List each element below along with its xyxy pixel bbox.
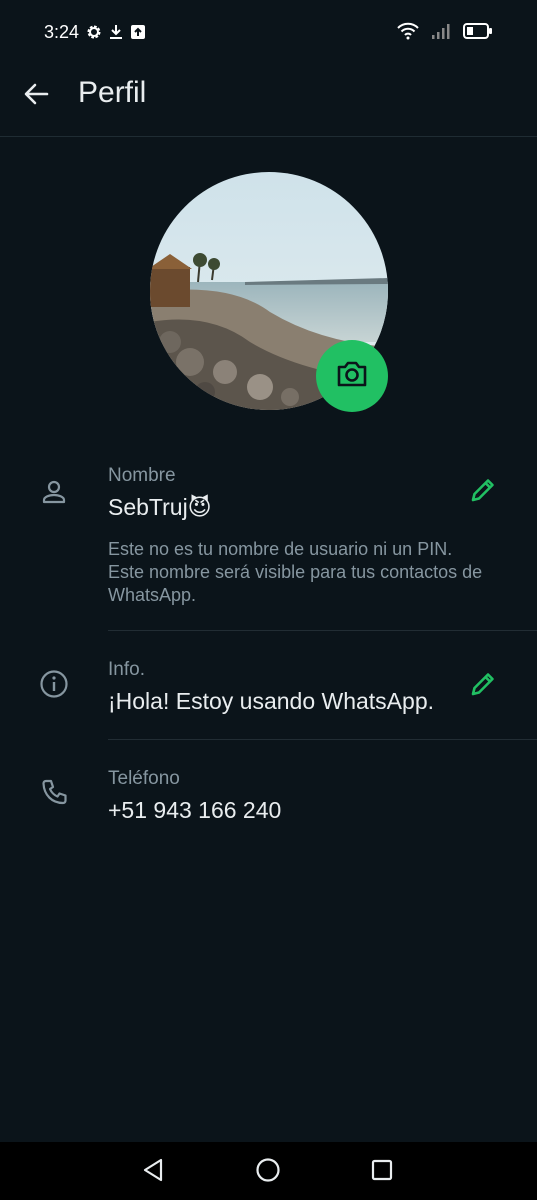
back-triangle-icon <box>141 1157 165 1188</box>
name-label: Nombre <box>108 465 176 486</box>
divider <box>108 739 537 740</box>
info-value: ¡Hola! Estoy usando WhatsApp. <box>108 688 434 714</box>
edit-name-button[interactable] <box>466 475 500 509</box>
name-help-text: Este no es tu nombre de usuario ni un PI… <box>108 539 483 605</box>
wifi-icon <box>397 22 419 45</box>
phone-row: Teléfono +51 943 166 240 <box>0 763 537 843</box>
arrow-left-icon <box>22 80 50 113</box>
info-label: Info. <box>108 659 145 680</box>
person-icon <box>38 476 70 508</box>
info-icon <box>38 668 70 700</box>
phone-value: +51 943 166 240 <box>108 797 282 823</box>
status-bar: 3:24 <box>0 0 537 66</box>
page-title: Perfil <box>78 76 147 109</box>
phone-icon <box>38 777 70 809</box>
nav-home-button[interactable] <box>252 1156 284 1188</box>
info-row[interactable]: Info. ¡Hola! Estoy usando WhatsApp. <box>0 654 537 738</box>
pencil-icon <box>468 669 498 704</box>
upload-icon <box>130 24 146 45</box>
divider <box>108 630 537 631</box>
nav-recents-button[interactable] <box>366 1156 398 1188</box>
name-row[interactable]: Nombre SebTruj😈 Este no es tu nombre de … <box>0 460 537 630</box>
battery-icon <box>463 22 493 45</box>
change-photo-button[interactable] <box>316 340 388 412</box>
signal-icon <box>431 22 451 45</box>
edit-info-button[interactable] <box>466 669 500 703</box>
nav-back-button[interactable] <box>137 1156 169 1188</box>
back-button[interactable] <box>20 80 52 112</box>
system-nav-bar <box>0 1142 537 1200</box>
download-icon <box>108 24 124 45</box>
app-bar: Perfil <box>0 66 537 137</box>
recents-square-icon <box>370 1158 394 1187</box>
home-circle-icon <box>255 1157 281 1188</box>
pencil-icon <box>468 475 498 510</box>
camera-icon <box>336 360 368 393</box>
phone-label: Teléfono <box>108 768 180 789</box>
profile-photo-container <box>150 172 388 412</box>
gear-icon <box>86 24 102 45</box>
name-value: SebTruj😈 <box>108 494 212 520</box>
status-time: 3:24 <box>44 22 80 42</box>
